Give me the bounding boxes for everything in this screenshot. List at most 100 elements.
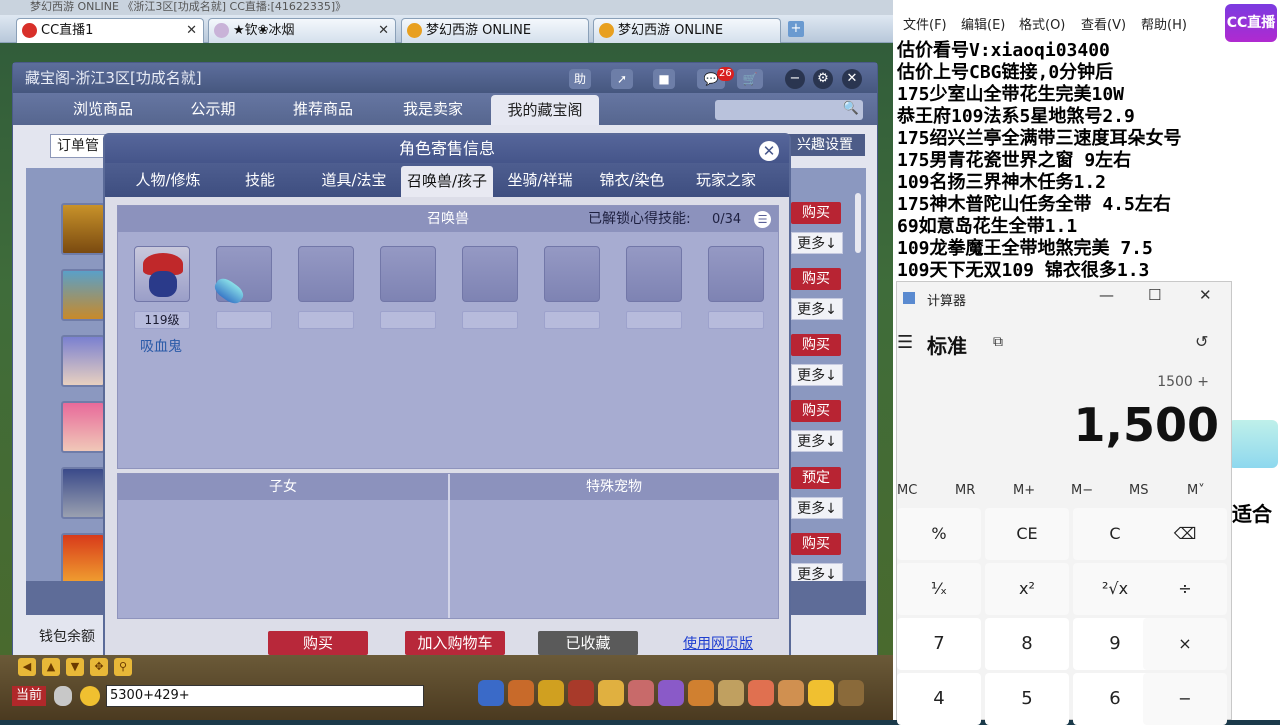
map-icon[interactable] <box>478 680 504 706</box>
buy-button[interactable]: 购买 <box>791 334 841 356</box>
search-icon[interactable]: 🔍 <box>843 101 859 116</box>
menu-edit[interactable]: 编辑(E) <box>961 14 1005 33</box>
divide-key[interactable]: ÷ <box>1143 563 1227 615</box>
emoji-icon[interactable] <box>80 686 100 706</box>
search-input[interactable]: 🔍 <box>715 100 863 120</box>
digit-7-key[interactable]: 7 <box>897 618 981 670</box>
buy-button[interactable]: 购买 <box>791 400 841 422</box>
tab-items[interactable]: 道具/法宝 <box>309 165 399 195</box>
favorited-button[interactable]: 已收藏 <box>538 631 638 655</box>
close-icon[interactable]: ✕ <box>842 69 862 89</box>
memory-recall-button[interactable]: MR <box>955 483 975 498</box>
settings-icon[interactable]: ⚙ <box>813 69 833 89</box>
menu-file[interactable]: 文件(F) <box>903 14 947 33</box>
browser-tab-user[interactable]: ★钦❀冰烟 ✕ <box>208 18 396 43</box>
guild-icon[interactable] <box>628 680 654 706</box>
close-icon[interactable]: ✕ <box>378 19 389 42</box>
more-button[interactable]: 更多↓ <box>791 364 843 386</box>
menu-format[interactable]: 格式(O) <box>1019 14 1065 33</box>
digit-8-key[interactable]: 8 <box>985 618 1069 670</box>
character-avatar[interactable] <box>61 533 105 585</box>
more-button[interactable]: 更多↓ <box>791 232 843 254</box>
chat-input[interactable]: 5300+429+ <box>106 685 424 707</box>
microphone-icon[interactable] <box>54 686 72 706</box>
character-avatar[interactable] <box>61 335 105 387</box>
nav-my-cbg[interactable]: 我的藏宝阁 <box>491 95 599 125</box>
more-button[interactable]: 更多↓ <box>791 430 843 452</box>
close-icon[interactable]: ✕ <box>759 141 779 161</box>
system-icon[interactable] <box>838 680 864 706</box>
minimize-icon[interactable]: — <box>1099 286 1114 304</box>
buy-button[interactable]: 购买 <box>791 268 841 290</box>
character-avatar[interactable] <box>61 269 105 321</box>
reserve-button[interactable]: 预定 <box>791 467 841 489</box>
tab-pets[interactable]: 召唤兽/孩子 <box>401 166 493 197</box>
left-arrow-icon[interactable]: ◀ <box>18 658 36 676</box>
zoom-icon[interactable]: ⚲ <box>114 658 132 676</box>
nav-seller[interactable]: 我是卖家 <box>383 93 483 125</box>
ranking-icon[interactable] <box>748 680 774 706</box>
add-to-cart-button[interactable]: 加入购物车 <box>405 631 505 655</box>
buy-button[interactable]: 购买 <box>791 533 841 555</box>
help-button[interactable]: 助 <box>569 69 591 89</box>
tab-character[interactable]: 人物/修炼 <box>125 165 211 195</box>
square-key[interactable]: x² <box>985 563 1069 615</box>
percent-key[interactable]: % <box>897 508 981 560</box>
menu-view[interactable]: 查看(V) <box>1081 14 1126 33</box>
clear-entry-key[interactable]: CE <box>985 508 1069 560</box>
character-avatar[interactable] <box>61 401 105 453</box>
minimize-icon[interactable]: − <box>785 69 805 89</box>
stop-icon[interactable]: ■ <box>653 69 675 89</box>
buy-button[interactable]: 购买 <box>268 631 368 655</box>
browser-tab-game-2[interactable]: 梦幻西游 ONLINE <box>593 18 781 43</box>
keep-on-top-icon[interactable]: ⧉ <box>993 334 1003 350</box>
reciprocal-key[interactable]: ¹⁄ₓ <box>897 563 981 615</box>
pet-slot-1[interactable] <box>134 246 190 302</box>
order-manage-dropdown[interactable]: 订单管 <box>50 134 110 158</box>
side-widget[interactable] <box>1228 420 1278 468</box>
interest-settings-button[interactable]: 兴趣设置 <box>785 134 865 156</box>
web-version-link[interactable]: 使用网页版 <box>683 633 753 653</box>
quest-icon[interactable] <box>658 680 684 706</box>
new-tab-button[interactable]: + <box>788 21 804 37</box>
smile-icon[interactable] <box>808 680 834 706</box>
pet-slot-3[interactable] <box>298 246 354 302</box>
memory-clear-button[interactable]: MC <box>897 483 917 498</box>
pet-slot-5[interactable] <box>462 246 518 302</box>
buy-button[interactable]: 购买 <box>791 202 841 224</box>
cart-icon[interactable]: 🛒 <box>737 69 763 89</box>
menu-icon[interactable]: ☰ <box>897 332 913 353</box>
mail-icon[interactable] <box>688 680 714 706</box>
bag-icon[interactable] <box>508 680 534 706</box>
browser-tab-game-1[interactable]: 梦幻西游 ONLINE <box>401 18 589 43</box>
pet-slot-4[interactable] <box>380 246 436 302</box>
skill-icon[interactable] <box>538 680 564 706</box>
friend-icon[interactable] <box>598 680 624 706</box>
digit-4-key[interactable]: 4 <box>897 673 981 725</box>
nav-browse[interactable]: 浏览商品 <box>53 93 153 125</box>
browser-tab-cc[interactable]: CC直播1 ✕ <box>16 18 204 43</box>
nav-public[interactable]: 公示期 <box>163 93 263 125</box>
digit-5-key[interactable]: 5 <box>985 673 1069 725</box>
close-icon[interactable]: ✕ <box>186 19 197 42</box>
more-button[interactable]: 更多↓ <box>791 298 843 320</box>
maximize-icon[interactable]: ☐ <box>1148 286 1161 304</box>
tab-mounts[interactable]: 坐骑/祥瑞 <box>497 165 583 195</box>
memory-list-button[interactable]: M˅ <box>1187 483 1205 498</box>
multiply-key[interactable]: × <box>1143 618 1227 670</box>
down-arrow-icon[interactable]: ▼ <box>66 658 84 676</box>
pet-name[interactable]: 吸血鬼 <box>140 336 182 356</box>
pet-slot-6[interactable] <box>544 246 600 302</box>
up-arrow-icon[interactable]: ▲ <box>42 658 60 676</box>
tab-home[interactable]: 玩家之家 <box>683 165 769 195</box>
pet-slot-8[interactable] <box>708 246 764 302</box>
close-icon[interactable]: ✕ <box>1199 286 1212 304</box>
history-icon[interactable]: ↺ <box>1195 332 1208 351</box>
character-avatar[interactable] <box>61 467 105 519</box>
menu-help[interactable]: 帮助(H) <box>1141 14 1187 33</box>
subtract-key[interactable]: − <box>1143 673 1227 725</box>
backspace-key[interactable]: ⌫ <box>1143 508 1227 560</box>
memory-subtract-button[interactable]: M− <box>1071 483 1093 498</box>
more-button[interactable]: 更多↓ <box>791 497 843 519</box>
tab-skills[interactable]: 技能 <box>221 165 299 195</box>
